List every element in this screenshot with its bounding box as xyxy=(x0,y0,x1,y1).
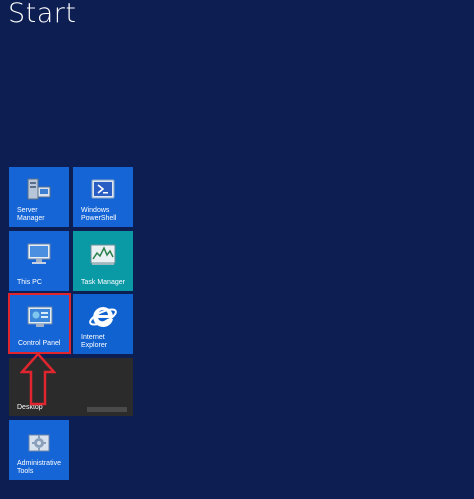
tile-control-panel[interactable]: Control Panel xyxy=(10,295,69,352)
windows-server-logo xyxy=(87,407,127,412)
tile-task-manager[interactable]: Task Manager xyxy=(73,231,133,291)
tile-label: Control Panel xyxy=(18,340,61,347)
tile-label: This PC xyxy=(17,279,42,286)
start-title: Start xyxy=(8,0,77,29)
red-up-arrow-icon xyxy=(20,352,56,406)
tile-server-manager[interactable]: Server Manager xyxy=(9,167,69,227)
computer-icon xyxy=(27,243,51,264)
internet-explorer-icon xyxy=(89,306,117,327)
tile-label: Server Manager xyxy=(17,207,45,222)
tile-windows-powershell[interactable]: Windows PowerShell xyxy=(73,167,133,227)
tile-internet-explorer[interactable]: Internet Explorer xyxy=(73,294,133,354)
tile-administrative-tools[interactable]: Administrative Tools xyxy=(9,420,69,480)
task-manager-icon xyxy=(90,244,116,265)
server-manager-icon xyxy=(27,178,51,200)
tile-label: Administrative Tools xyxy=(17,460,61,475)
tile-label: Task Manager xyxy=(81,279,125,286)
tile-label: Windows PowerShell xyxy=(81,207,117,222)
admin-tools-icon xyxy=(28,434,50,452)
tile-label: Internet Explorer xyxy=(81,334,108,349)
tile-this-pc[interactable]: This PC xyxy=(9,231,69,291)
powershell-icon xyxy=(91,179,115,199)
control-panel-icon xyxy=(27,306,53,327)
